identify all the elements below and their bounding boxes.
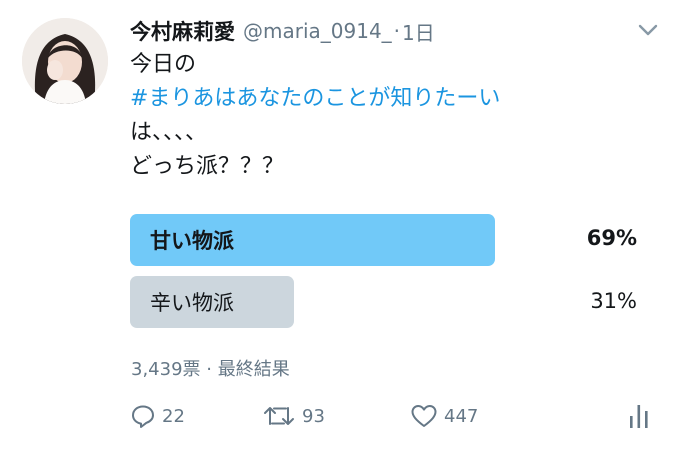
tweet-text-line: どっち派？？？ xyxy=(130,154,285,179)
tweet-text: 今日の #まりあはあなたのことが知りたーい は、、、、 どっち派？？？ xyxy=(130,48,660,184)
reply-icon xyxy=(130,403,156,429)
like-button[interactable]: 447 xyxy=(410,398,478,434)
reply-button[interactable]: 22 xyxy=(130,398,185,434)
tweet-text-line: は、、、、 xyxy=(130,120,208,145)
tweet-header: 今村麻莉愛 @maria_0914_ · 1日 xyxy=(130,14,435,48)
poll-option-label: 辛い物派 xyxy=(150,291,234,315)
like-icon xyxy=(410,403,438,429)
tweet-actions: 22 93 447 xyxy=(130,398,660,434)
analytics-button[interactable] xyxy=(627,398,651,434)
like-count: 447 xyxy=(444,405,479,427)
tweet-text-line: 今日の xyxy=(130,52,197,77)
poll-option-bar-sweet[interactable]: 甘い物派 xyxy=(130,214,495,266)
poll-option-percent: 31% xyxy=(590,289,637,313)
user-handle[interactable]: @maria_0914_ xyxy=(243,19,392,43)
poll-option-label: 甘い物派 xyxy=(150,229,234,253)
analytics-icon xyxy=(627,402,651,430)
poll-option-percent: 69% xyxy=(586,226,637,250)
separator-dot: · xyxy=(393,19,401,43)
poll-meta: 3,439票 · 最終結果 xyxy=(131,359,290,380)
poll-option-bar-spicy[interactable]: 辛い物派 xyxy=(130,276,294,328)
display-name[interactable]: 今村麻莉愛 xyxy=(130,16,235,46)
retweet-icon xyxy=(262,403,296,429)
avatar[interactable] xyxy=(22,18,108,104)
retweet-count: 93 xyxy=(302,405,325,427)
reply-count: 22 xyxy=(162,405,185,427)
hashtag-link[interactable]: #まりあはあなたのことが知りたーい xyxy=(130,82,660,116)
retweet-button[interactable]: 93 xyxy=(262,398,325,434)
chevron-down-icon[interactable] xyxy=(637,22,659,38)
tweet-time[interactable]: 1日 xyxy=(402,17,435,46)
